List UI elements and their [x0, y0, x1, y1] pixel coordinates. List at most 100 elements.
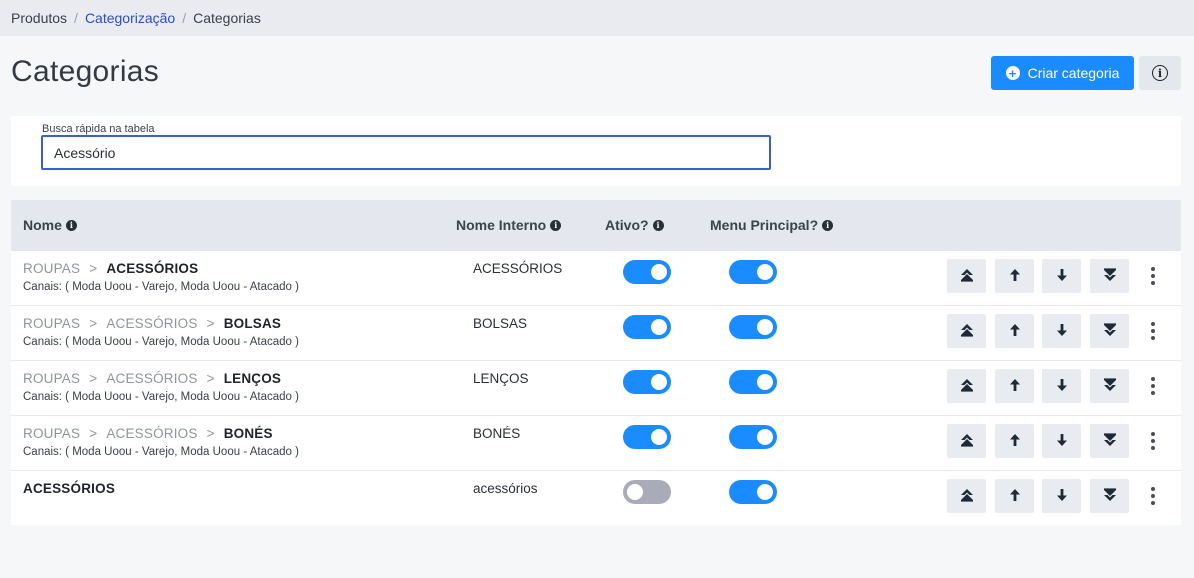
- info-button[interactable]: i: [1139, 56, 1181, 90]
- active-toggle[interactable]: [623, 315, 671, 339]
- path-separator: >: [206, 371, 215, 386]
- main-menu-toggle[interactable]: [729, 260, 777, 284]
- move-up-button[interactable]: [995, 424, 1034, 458]
- main-menu-toggle[interactable]: [729, 315, 777, 339]
- search-label: Busca rápida na tabela: [42, 123, 155, 135]
- page-title: Categorias: [11, 55, 160, 88]
- active-toggle[interactable]: [623, 260, 671, 284]
- category-name: BONÉS: [223, 426, 273, 441]
- info-icon[interactable]: i: [652, 219, 664, 231]
- toggle-knob: [757, 374, 773, 390]
- info-icon: i: [1152, 65, 1168, 81]
- active-toggle[interactable]: [623, 370, 671, 394]
- path-separator: >: [89, 261, 98, 276]
- toggle-knob: [757, 484, 773, 500]
- move-to-top-button[interactable]: [947, 424, 986, 458]
- category-path: ROUPAS > ACESSÓRIOS > BONÉS: [23, 426, 273, 441]
- path-separator: >: [89, 371, 98, 386]
- info-icon[interactable]: i: [65, 219, 77, 231]
- path-separator: >: [206, 426, 215, 441]
- internal-name: ACESSÓRIOS: [473, 261, 563, 276]
- create-category-button[interactable]: + Criar categoria: [991, 56, 1134, 90]
- path-ancestor: ACESSÓRIOS: [106, 426, 198, 441]
- main-menu-toggle[interactable]: [729, 425, 777, 449]
- breadcrumb: Produtos / Categorização / Categorias: [0, 0, 1194, 36]
- table-row: ROUPAS > ACESSÓRIOS > LENÇOS Canais: ( Moda U…: [11, 361, 1181, 416]
- move-to-top-button[interactable]: [947, 369, 986, 403]
- toggle-knob: [651, 374, 667, 390]
- move-up-button[interactable]: [995, 314, 1034, 348]
- move-down-button[interactable]: [1042, 259, 1081, 293]
- move-down-button[interactable]: [1042, 314, 1081, 348]
- column-header-main-menu[interactable]: Menu Principal? i: [710, 217, 834, 233]
- path-separator: >: [206, 316, 215, 331]
- create-category-label: Criar categoria: [1027, 65, 1120, 81]
- arrow-down-icon: [1056, 488, 1068, 505]
- kebab-menu-icon[interactable]: [1145, 483, 1161, 509]
- main-menu-toggle[interactable]: [729, 370, 777, 394]
- kebab-menu-icon[interactable]: [1145, 428, 1161, 454]
- table-row: ROUPAS > ACESSÓRIOS > BOLSAS Canais: ( Moda U…: [11, 306, 1181, 361]
- categories-table: Nome i Nome Interno i Ativo? i Menu Prin…: [11, 200, 1181, 525]
- kebab-menu-icon[interactable]: [1145, 318, 1161, 344]
- active-toggle[interactable]: [623, 425, 671, 449]
- active-toggle[interactable]: [623, 480, 671, 504]
- category-channels: Canais: ( Moda Uoou - Varejo, Moda Uoou …: [23, 281, 299, 293]
- move-to-top-button[interactable]: [947, 259, 986, 293]
- path-ancestor: ROUPAS: [23, 316, 81, 331]
- column-header-name[interactable]: Nome i: [23, 217, 77, 233]
- move-up-button[interactable]: [995, 479, 1034, 513]
- move-up-button[interactable]: [995, 369, 1034, 403]
- category-name: BOLSAS: [223, 316, 282, 331]
- arrow-down-icon: [1056, 378, 1068, 395]
- info-icon[interactable]: i: [550, 219, 562, 231]
- kebab-menu-icon[interactable]: [1145, 373, 1161, 399]
- breadcrumb-separator: /: [182, 10, 187, 26]
- double-arrow-up-icon: [960, 378, 974, 395]
- path-ancestor: ACESSÓRIOS: [106, 371, 198, 386]
- internal-name: LENÇOS: [473, 371, 529, 386]
- main-menu-toggle[interactable]: [729, 480, 777, 504]
- move-to-bottom-button[interactable]: [1090, 424, 1129, 458]
- kebab-menu-icon[interactable]: [1145, 263, 1161, 289]
- path-ancestor: ROUPAS: [23, 426, 81, 441]
- category-path: ACESSÓRIOS: [23, 481, 115, 496]
- category-channels: Canais: ( Moda Uoou - Varejo, Moda Uoou …: [23, 446, 299, 458]
- column-header-active[interactable]: Ativo? i: [605, 217, 664, 233]
- double-arrow-up-icon: [960, 433, 974, 450]
- move-to-bottom-button[interactable]: [1090, 259, 1129, 293]
- move-to-bottom-button[interactable]: [1090, 479, 1129, 513]
- table-body: ROUPAS > ACESSÓRIOS Canais: ( Moda Uoou - V…: [11, 251, 1181, 525]
- arrow-up-icon: [1009, 488, 1021, 505]
- category-path: ROUPAS > ACESSÓRIOS > LENÇOS: [23, 371, 281, 386]
- move-down-button[interactable]: [1042, 369, 1081, 403]
- breadcrumb-separator: /: [74, 10, 78, 26]
- table-row: ROUPAS > ACESSÓRIOS Canais: ( Moda Uoou - V…: [11, 251, 1181, 306]
- move-down-button[interactable]: [1042, 479, 1081, 513]
- category-name: ACESSÓRIOS: [106, 261, 199, 276]
- move-to-bottom-button[interactable]: [1090, 369, 1129, 403]
- column-header-name-label: Nome: [23, 217, 62, 233]
- toggle-knob: [651, 429, 667, 445]
- search-input[interactable]: [41, 135, 771, 170]
- move-to-bottom-button[interactable]: [1090, 314, 1129, 348]
- breadcrumb-item-produtos[interactable]: Produtos: [11, 10, 67, 26]
- category-name: ACESSÓRIOS: [23, 481, 116, 496]
- move-to-top-button[interactable]: [947, 479, 986, 513]
- breadcrumb-item-categorizacao[interactable]: Categorização: [85, 10, 175, 26]
- column-header-internal-name[interactable]: Nome Interno i: [456, 217, 562, 233]
- move-down-button[interactable]: [1042, 424, 1081, 458]
- double-arrow-down-icon: [1103, 487, 1117, 505]
- internal-name: BOLSAS: [473, 316, 528, 331]
- arrow-down-icon: [1056, 433, 1068, 450]
- move-up-button[interactable]: [995, 259, 1034, 293]
- toggle-knob: [651, 319, 667, 335]
- move-to-top-button[interactable]: [947, 314, 986, 348]
- info-icon[interactable]: i: [822, 219, 834, 231]
- column-header-active-label: Ativo?: [605, 217, 649, 233]
- arrow-up-icon: [1009, 433, 1021, 450]
- path-ancestor: ROUPAS: [23, 371, 81, 386]
- category-path: ROUPAS > ACESSÓRIOS > BOLSAS: [23, 316, 281, 331]
- table-header: Nome i Nome Interno i Ativo? i Menu Prin…: [11, 200, 1181, 251]
- arrow-down-icon: [1056, 323, 1068, 340]
